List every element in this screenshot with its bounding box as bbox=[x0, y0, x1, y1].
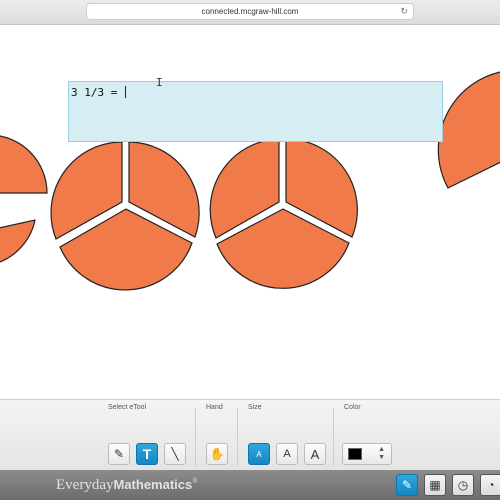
fraction-piece bbox=[437, 71, 500, 189]
notepad-icon: ✎ bbox=[401, 478, 413, 492]
everyday-mathematics-logo: EverydayMathematics® bbox=[56, 477, 198, 494]
brand-bold: Mathematics bbox=[113, 477, 193, 492]
size-large-label: A bbox=[310, 446, 320, 462]
line-icon: ╲ bbox=[171, 447, 179, 461]
toolbar-divider bbox=[333, 408, 334, 466]
fraction-piece bbox=[0, 135, 48, 194]
brand-mark: ® bbox=[192, 477, 198, 485]
calculator-button[interactable]: ▦ bbox=[424, 474, 446, 496]
stopwatch-button[interactable]: ◔ bbox=[480, 474, 500, 496]
size-medium-button[interactable]: A bbox=[276, 443, 298, 465]
calculator-icon: ▦ bbox=[429, 478, 441, 492]
pencil-icon: ✎ bbox=[113, 447, 125, 461]
hand-tool-button[interactable]: ✋ bbox=[206, 443, 228, 465]
ibeam-cursor-icon: I bbox=[156, 76, 163, 89]
address-bar[interactable]: connected.mcgraw-hill.com ↻ bbox=[86, 3, 414, 20]
timer-button[interactable]: ◷ bbox=[452, 474, 474, 496]
text-caret bbox=[124, 86, 126, 98]
url-text: connected.mcgraw-hill.com bbox=[201, 7, 299, 16]
hand-label: Hand bbox=[206, 404, 223, 411]
stopwatch-icon: ◔ bbox=[487, 478, 495, 492]
text-entry-content: 3 1/3 = bbox=[71, 86, 124, 99]
text-tool-icon: T bbox=[142, 446, 152, 462]
color-select[interactable]: ▲ ▼ bbox=[342, 443, 392, 465]
select-etool-label: Select eTool bbox=[108, 404, 147, 411]
select-arrows-icon: ▲ ▼ bbox=[378, 446, 385, 461]
toolbar-divider bbox=[237, 408, 238, 466]
text-tool-button[interactable]: T bbox=[136, 443, 158, 465]
color-swatch bbox=[348, 448, 362, 460]
fraction-piece bbox=[0, 219, 36, 263]
fraction-circle-partial-left[interactable] bbox=[0, 135, 48, 265]
fraction-circle-thirds-2[interactable] bbox=[209, 138, 358, 289]
reload-icon[interactable]: ↻ bbox=[400, 4, 408, 19]
hand-icon: ✋ bbox=[209, 447, 225, 461]
fraction-piece-partial-right[interactable] bbox=[437, 71, 500, 189]
toolbar-divider bbox=[195, 408, 196, 466]
size-large-button[interactable]: A bbox=[304, 443, 326, 465]
size-small-label: A bbox=[256, 449, 262, 459]
color-label: Color bbox=[344, 404, 361, 411]
brand-regular: Everyday bbox=[56, 477, 114, 493]
size-medium-label: A bbox=[283, 448, 291, 460]
app-footer: EverydayMathematics® ✎ ▦ ◷ ◔ bbox=[0, 470, 500, 500]
pencil-tool-button[interactable]: ✎ bbox=[108, 443, 130, 465]
text-entry-box[interactable]: 3 1/3 = bbox=[68, 81, 443, 142]
line-tool-button[interactable]: ╲ bbox=[164, 443, 186, 465]
notepad-button[interactable]: ✎ bbox=[396, 474, 418, 496]
size-small-button[interactable]: A bbox=[248, 443, 270, 465]
fraction-circle-thirds-1[interactable] bbox=[50, 141, 200, 291]
browser-toolbar: connected.mcgraw-hill.com ↻ bbox=[0, 0, 500, 25]
size-label: Size bbox=[248, 404, 262, 411]
timer-icon: ◷ bbox=[457, 478, 469, 492]
